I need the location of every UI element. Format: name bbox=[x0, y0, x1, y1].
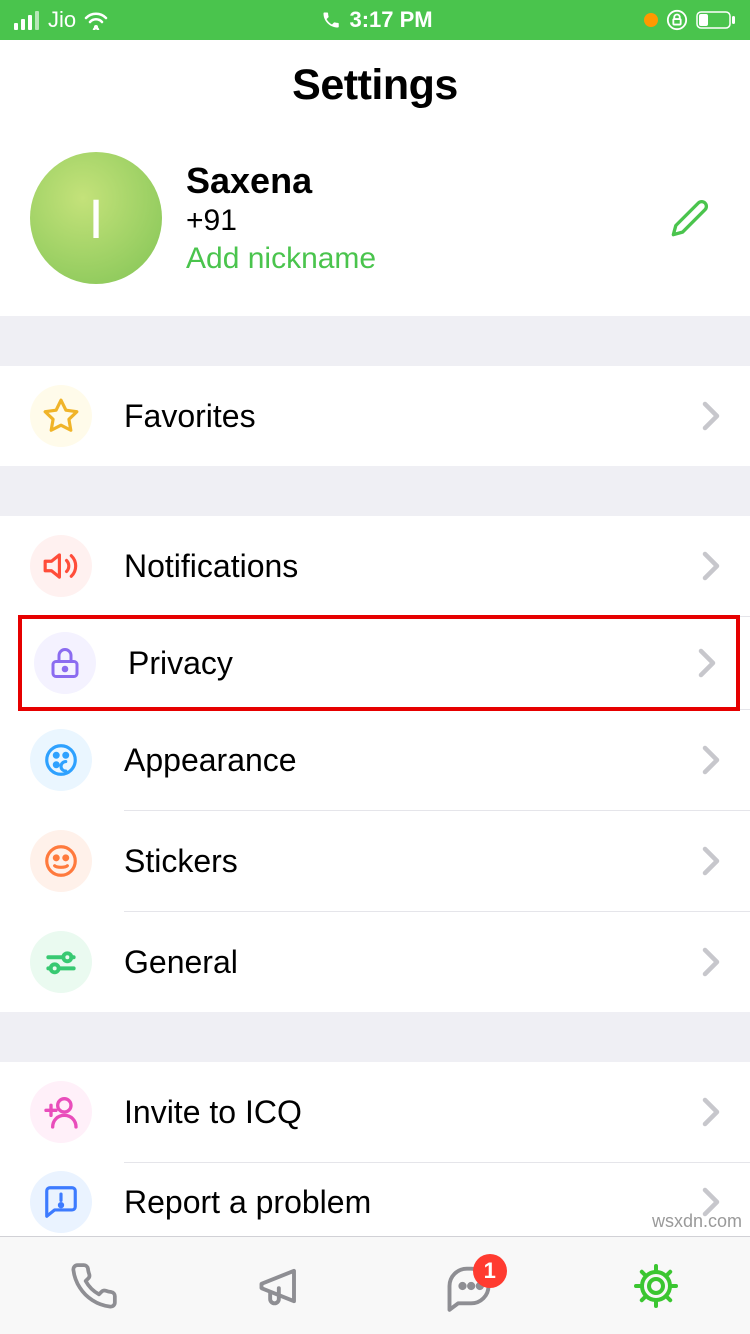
row-notifications[interactable]: Notifications bbox=[0, 516, 750, 616]
profile-name: Saxena bbox=[186, 160, 660, 202]
profile-info: Saxena +91 Add nickname bbox=[186, 160, 660, 276]
tab-chats[interactable]: 1 bbox=[439, 1256, 499, 1316]
tab-bar: 1 bbox=[0, 1236, 750, 1334]
tab-channels[interactable] bbox=[251, 1256, 311, 1316]
row-label: Report a problem bbox=[124, 1184, 702, 1221]
sliders-icon bbox=[42, 943, 80, 981]
phone-icon bbox=[321, 10, 341, 30]
row-privacy[interactable]: Privacy bbox=[18, 615, 740, 711]
row-report[interactable]: Report a problem bbox=[0, 1163, 750, 1241]
header: Settings bbox=[0, 40, 750, 130]
profile-section[interactable]: I Saxena +91 Add nickname bbox=[0, 130, 750, 316]
row-label: Favorites bbox=[124, 398, 702, 435]
palette-icon bbox=[42, 741, 80, 779]
chevron-right-icon bbox=[702, 846, 720, 876]
tab-settings[interactable] bbox=[626, 1256, 686, 1316]
battery-icon bbox=[696, 11, 736, 29]
status-left: Jio bbox=[14, 7, 110, 33]
row-label: Stickers bbox=[124, 843, 702, 880]
row-appearance[interactable]: Appearance bbox=[0, 710, 750, 810]
tab-calls[interactable] bbox=[64, 1256, 124, 1316]
phone-outline-icon bbox=[69, 1261, 119, 1311]
row-invite[interactable]: Invite to ICQ bbox=[0, 1062, 750, 1162]
time-label: 3:17 PM bbox=[349, 7, 432, 33]
gear-icon bbox=[632, 1262, 680, 1310]
row-stickers[interactable]: Stickers bbox=[0, 811, 750, 911]
add-nickname-button[interactable]: Add nickname bbox=[186, 242, 660, 276]
section-gap bbox=[0, 1012, 750, 1062]
chats-badge: 1 bbox=[473, 1254, 507, 1288]
list-section: Notifications Privacy Appearance Sticker… bbox=[0, 516, 750, 1012]
row-label: Notifications bbox=[124, 548, 702, 585]
smiley-icon bbox=[42, 842, 80, 880]
section-gap bbox=[0, 466, 750, 516]
chevron-right-icon bbox=[702, 1097, 720, 1127]
megaphone-icon bbox=[255, 1260, 307, 1312]
signal-icon bbox=[14, 10, 42, 30]
report-icon bbox=[42, 1183, 80, 1221]
row-favorites[interactable]: Favorites bbox=[0, 366, 750, 466]
lock-icon bbox=[47, 645, 83, 681]
row-general[interactable]: General bbox=[0, 912, 750, 1012]
add-user-icon bbox=[41, 1092, 81, 1132]
row-label: Privacy bbox=[128, 645, 698, 682]
list-section: Invite to ICQ Report a problem bbox=[0, 1062, 750, 1241]
chevron-right-icon bbox=[702, 401, 720, 431]
watermark: wsxdn.com bbox=[652, 1211, 742, 1232]
chevron-right-icon bbox=[702, 947, 720, 977]
carrier-label: Jio bbox=[48, 7, 76, 33]
edit-profile-button[interactable] bbox=[660, 198, 720, 238]
row-label: Appearance bbox=[124, 742, 702, 779]
chevron-right-icon bbox=[698, 648, 716, 678]
orientation-lock-icon bbox=[666, 9, 688, 31]
section-gap bbox=[0, 316, 750, 366]
chevron-right-icon bbox=[702, 551, 720, 581]
page-title: Settings bbox=[292, 61, 458, 110]
status-bar: Jio 3:17 PM bbox=[0, 0, 750, 40]
speaker-icon bbox=[42, 547, 80, 585]
wifi-icon bbox=[82, 10, 110, 30]
status-right bbox=[644, 9, 736, 31]
row-label: Invite to ICQ bbox=[124, 1094, 702, 1131]
star-icon bbox=[42, 397, 80, 435]
status-center: 3:17 PM bbox=[321, 7, 432, 33]
pencil-icon bbox=[670, 198, 710, 238]
list-section: Favorites bbox=[0, 366, 750, 466]
profile-phone: +91 bbox=[186, 204, 660, 238]
avatar-initial: I bbox=[88, 186, 104, 251]
row-label: General bbox=[124, 944, 702, 981]
avatar[interactable]: I bbox=[30, 152, 162, 284]
chevron-right-icon bbox=[702, 745, 720, 775]
indicator-dot-icon bbox=[644, 13, 658, 27]
